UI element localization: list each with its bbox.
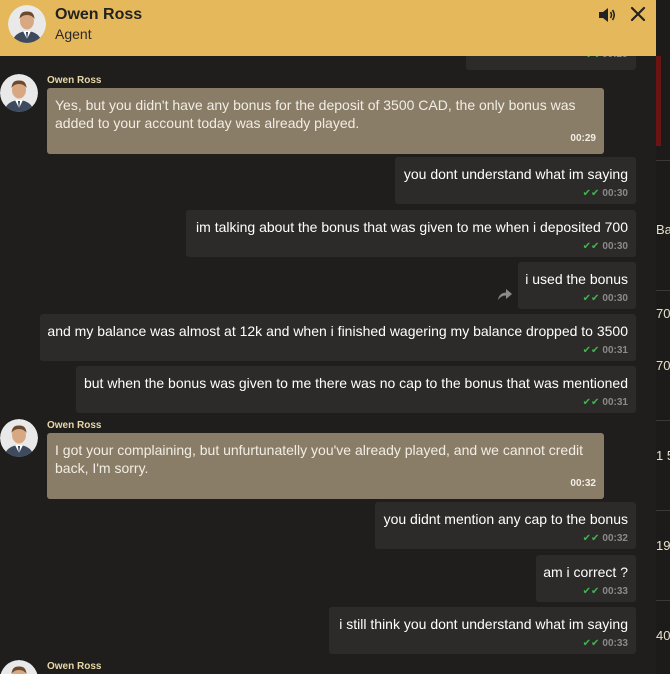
user-message-bubble: but when the bonus was given to me there…: [76, 366, 636, 413]
agent-message-bubble: Yes, but you didn't have any bonus for t…: [47, 88, 604, 154]
message-time: 00:32: [570, 478, 596, 489]
sender-name: Owen Ross: [47, 661, 102, 672]
agent-avatar: [0, 660, 38, 674]
read-check-icon: ✔✔: [582, 638, 600, 649]
message-time: 00:33: [602, 586, 628, 597]
user-message-bubble: you dont understand what im saying ✔✔ 00:…: [395, 157, 636, 204]
message-text: i used the bonus: [525, 271, 628, 287]
message-text: am i correct ?: [543, 564, 628, 580]
sender-name: Owen Ross: [47, 420, 102, 431]
message-time: 00:31: [602, 397, 628, 408]
background-text: 40: [656, 628, 670, 643]
background-divider: [656, 510, 670, 511]
read-check-icon: ✔✔: [582, 586, 600, 597]
background-divider: [656, 600, 670, 601]
message-time: 00:33: [602, 638, 628, 649]
chat-header: Owen Ross Agent: [0, 0, 656, 56]
background-divider: [656, 290, 670, 291]
agent-message-bubble: I got your complaining, but unfurtunatel…: [47, 433, 604, 499]
agent-avatar: [0, 419, 38, 457]
message-text: Yes, but you didn't have any bonus for t…: [55, 97, 576, 131]
user-message-bubble: and my balance was almost at 12k and whe…: [40, 314, 636, 361]
background-text: 1 5: [656, 448, 670, 463]
message-text: im talking about the bonus that was give…: [196, 219, 628, 235]
agent-role: Agent: [55, 26, 92, 42]
speaker-icon[interactable]: [597, 6, 617, 24]
user-message-bubble: i used the bonus ✔✔ 00:30: [518, 262, 636, 309]
close-icon[interactable]: [629, 5, 647, 23]
read-check-icon: ✔✔: [582, 293, 600, 304]
message-time: 00:30: [602, 188, 628, 199]
user-message-bubble: im talking about the bonus that was give…: [186, 210, 636, 257]
read-check-icon: ✔✔: [582, 188, 600, 199]
agent-avatar: [0, 74, 38, 112]
message-text: and my balance was almost at 12k and whe…: [47, 323, 628, 339]
user-message-bubble: you didnt mention any cap to the bonus ✔…: [375, 502, 636, 549]
user-message-bubble: am i correct ? ✔✔ 00:33: [536, 555, 636, 602]
chat-window: Owen Ross Agent ✔✔ 00:28 Owen Ross Yes, …: [0, 0, 656, 674]
forward-icon[interactable]: [497, 287, 513, 301]
background-text: 19: [656, 538, 670, 553]
agent-name: Owen Ross: [55, 6, 143, 23]
read-check-icon: ✔✔: [582, 241, 600, 252]
message-text: you dont understand what im saying: [403, 166, 628, 182]
message-time: 00:32: [602, 533, 628, 544]
message-time: 00:30: [602, 241, 628, 252]
agent-avatar: [8, 5, 46, 43]
background-page-strip: Ba 70 70 1 5 19 40: [656, 0, 670, 674]
background-red-bar: [656, 56, 661, 146]
background-divider: [656, 160, 670, 161]
message-text: i still think you dont understand what i…: [339, 616, 628, 632]
read-check-icon: ✔✔: [582, 397, 600, 408]
background-divider: [656, 420, 670, 421]
message-text: but when the bonus was given to me there…: [83, 375, 628, 391]
message-text: I got your complaining, but unfurtunatel…: [55, 442, 583, 476]
background-text: 70: [656, 306, 670, 321]
message-time: 00:31: [602, 345, 628, 356]
user-message-bubble: i still think you dont understand what i…: [329, 607, 636, 654]
message-text: you didnt mention any cap to the bonus: [383, 511, 628, 527]
read-check-icon: ✔✔: [582, 533, 600, 544]
message-time: 00:29: [570, 133, 596, 144]
read-check-icon: ✔✔: [582, 345, 600, 356]
sender-name: Owen Ross: [47, 75, 102, 86]
message-time: 00:30: [602, 293, 628, 304]
background-text: 70: [656, 358, 670, 373]
background-text: Ba: [656, 222, 670, 237]
